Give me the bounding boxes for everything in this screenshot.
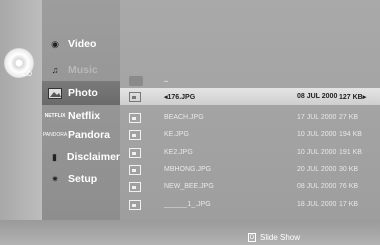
file-name: KE.JPG	[164, 131, 189, 138]
image-file-icon	[129, 129, 141, 140]
image-file-icon	[129, 199, 141, 210]
menu-item-music[interactable]: ♫ Music	[42, 58, 120, 82]
pandora-logo-icon: PANDORA	[42, 132, 68, 138]
image-file-icon	[129, 164, 141, 175]
file-row[interactable]: NEW_BEE.JPG 08 JUL 2000 76 KB	[120, 178, 380, 195]
image-file-icon	[129, 147, 141, 158]
slide-show-hint[interactable]: D Slide Show	[248, 233, 300, 242]
file-row[interactable]: MBHONG.JPG 20 JUL 2000 30 KB	[120, 161, 380, 178]
gear-icon: ✷	[51, 173, 59, 184]
video-disc-icon: ◉	[51, 38, 59, 49]
parent-folder-row[interactable]: ..	[120, 72, 380, 89]
file-row[interactable]: KE2.JPG 10 JUL 2000 191 KB	[120, 144, 380, 161]
file-size: 30 KB	[339, 166, 359, 173]
photo-icon	[42, 87, 68, 99]
file-name: NEW_BEE.JPG	[164, 183, 214, 190]
file-size: 191 KB	[339, 149, 362, 156]
menu-item-photo[interactable]: Photo	[42, 81, 120, 105]
parent-folder-name: ..	[164, 77, 168, 84]
file-date: 08 JUL 2000	[297, 93, 338, 100]
image-file-icon	[129, 181, 141, 192]
menu-item-pandora[interactable]: PANDORA Pandora	[42, 123, 120, 147]
music-note-icon: ♫	[51, 65, 59, 75]
file-date: 10 JUL 2000	[297, 149, 337, 156]
source-panel: CD	[0, 0, 42, 220]
file-date: 18 JUL 2000	[297, 201, 337, 208]
file-list: .. ◂176.JPG 08 JUL 2000 127 KB▸ BEACH.JP…	[120, 0, 380, 220]
file-date: 10 JUL 2000	[297, 131, 337, 138]
file-name: ◂176.JPG	[164, 93, 196, 101]
file-row[interactable]: ______1_.JPG 18 JUL 2000 17 KB	[120, 196, 380, 213]
file-name: ______1_.JPG	[164, 201, 211, 208]
file-name: BEACH.JPG	[164, 114, 204, 121]
footer-bar	[0, 220, 380, 245]
image-file-icon	[129, 112, 141, 123]
netflix-logo-icon: NETFLIX	[44, 113, 66, 119]
file-date: 17 JUL 2000	[297, 114, 337, 121]
slide-show-label: Slide Show	[260, 233, 301, 242]
d-button-icon: D	[248, 233, 256, 242]
menu-item-disclaimer[interactable]: ▮ Disclaimer	[42, 145, 120, 169]
file-name: MBHONG.JPG	[164, 166, 212, 173]
menu-item-video[interactable]: ◉ Video	[42, 32, 120, 56]
file-size: 194 KB	[339, 131, 362, 138]
file-size: 127 KB▸	[339, 93, 367, 101]
file-name: KE2.JPG	[164, 149, 193, 156]
source-label: CD	[22, 71, 33, 78]
folder-icon	[129, 75, 143, 86]
file-size: 76 KB	[339, 183, 359, 190]
file-row[interactable]: BEACH.JPG 17 JUL 2000 27 KB	[120, 109, 380, 126]
menu-item-setup[interactable]: ✷ Setup	[42, 167, 120, 191]
media-browser-screen: CD ◉ Video ♫ Music Photo NETFLIX Netflix…	[0, 0, 380, 245]
file-date: 20 JUL 2000	[297, 166, 337, 173]
disclaimer-icon: ▮	[51, 151, 57, 162]
file-row[interactable]: ◂176.JPG 08 JUL 2000 127 KB▸	[120, 88, 380, 105]
file-size: 27 KB	[339, 114, 359, 121]
file-date: 08 JUL 2000	[297, 183, 337, 190]
category-menu: ◉ Video ♫ Music Photo NETFLIX Netflix PA…	[42, 0, 120, 220]
file-size: 17 KB	[339, 201, 359, 208]
image-file-icon	[129, 91, 141, 102]
file-row[interactable]: KE.JPG 10 JUL 2000 194 KB	[120, 126, 380, 143]
